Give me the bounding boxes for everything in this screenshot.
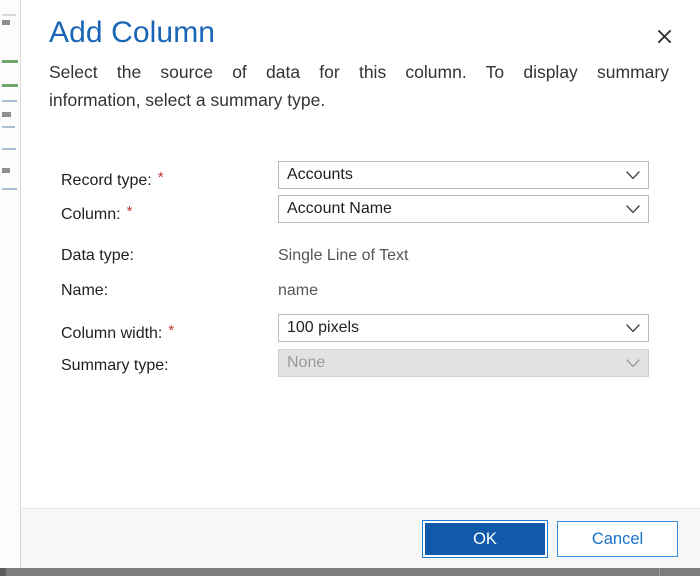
bg-line <box>2 112 11 117</box>
label-data-type: Data type: <box>61 243 134 269</box>
bg-line <box>2 188 17 190</box>
form-row-summary-type: Summary type: None <box>21 349 700 383</box>
column-width-select[interactable]: 100 pixels <box>278 314 649 342</box>
label-summary-type: Summary type: <box>61 353 169 379</box>
name-value: name <box>278 282 319 299</box>
bg-line <box>2 14 16 16</box>
label-record-type: Record type: * <box>61 165 164 194</box>
ok-button[interactable]: OK <box>422 520 548 558</box>
add-column-dialog: Add Column Select the source of data for… <box>21 0 700 568</box>
bg-line <box>2 20 10 25</box>
scrollbar-thumb[interactable] <box>0 568 6 576</box>
column-select-value: Account Name <box>287 200 392 217</box>
cancel-button[interactable]: Cancel <box>557 521 678 557</box>
dialog-description-line-1: Select the source of data for this colum… <box>49 62 669 82</box>
chevron-down-icon <box>618 323 648 333</box>
close-icon[interactable] <box>650 22 678 50</box>
bg-line <box>2 100 17 102</box>
required-asterisk: * <box>157 169 164 186</box>
label-record-type-text: Record type: <box>61 172 152 189</box>
dialog-description: Select the source of data for this colum… <box>49 58 669 114</box>
chevron-down-icon <box>618 204 648 214</box>
form-row-name: Name: name <box>21 278 700 308</box>
bg-line <box>2 60 18 63</box>
data-type-value: Single Line of Text <box>278 247 409 264</box>
label-summary-type-text: Summary type: <box>61 357 169 374</box>
column-select[interactable]: Account Name <box>278 195 649 223</box>
label-name-text: Name: <box>61 282 109 299</box>
horizontal-scrollbar[interactable] <box>0 568 700 576</box>
form-row-column-width: Column width: * 100 pixels <box>21 314 700 348</box>
required-asterisk: * <box>168 322 175 339</box>
column-width-select-value: 100 pixels <box>287 319 360 336</box>
bg-line <box>2 126 15 128</box>
record-type-select-value: Accounts <box>287 166 353 183</box>
form-row-column: Column: * Account Name <box>21 195 700 229</box>
bg-line <box>2 168 10 173</box>
dialog-description-line-2: information, select a summary type. <box>49 90 326 110</box>
chevron-down-icon <box>618 358 648 368</box>
dialog-footer: OK Cancel <box>21 508 700 568</box>
label-data-type-text: Data type: <box>61 247 134 264</box>
label-column-width: Column width: * <box>61 318 174 347</box>
dialog-title: Add Column <box>49 16 216 49</box>
chevron-down-icon <box>618 170 648 180</box>
bg-line <box>2 84 18 87</box>
form-row-data-type: Data type: Single Line of Text <box>21 243 700 273</box>
summary-type-select-value: None <box>287 354 326 371</box>
scrollbar-tick <box>659 568 660 576</box>
required-asterisk: * <box>126 203 133 220</box>
background-content-strip <box>0 0 21 568</box>
form-row-record-type: Record type: * Accounts <box>21 161 700 195</box>
record-type-select[interactable]: Accounts <box>278 161 649 189</box>
label-name: Name: <box>61 278 108 304</box>
summary-type-select: None <box>278 349 649 377</box>
bg-line <box>2 148 16 150</box>
label-column-width-text: Column width: <box>61 325 163 342</box>
label-column: Column: * <box>61 199 132 228</box>
label-column-text: Column: <box>61 206 121 223</box>
